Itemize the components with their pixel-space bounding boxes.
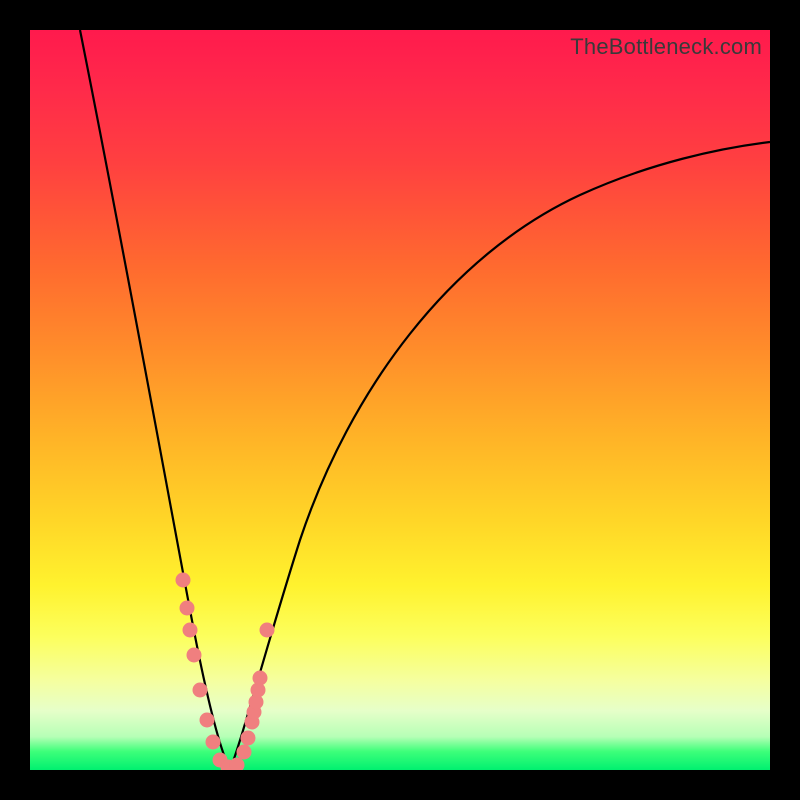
marker — [187, 648, 202, 663]
curve-right — [230, 142, 770, 770]
curve-left — [80, 30, 230, 770]
marker-group — [176, 573, 275, 771]
marker — [253, 671, 268, 686]
marker — [180, 601, 195, 616]
marker — [230, 758, 245, 771]
plot-area: TheBottleneck.com — [30, 30, 770, 770]
marker — [237, 745, 252, 760]
chart-frame: TheBottleneck.com — [0, 0, 800, 800]
curve-layer — [30, 30, 770, 770]
marker — [183, 623, 198, 638]
marker — [193, 683, 208, 698]
marker — [241, 731, 256, 746]
marker — [176, 573, 191, 588]
marker — [206, 735, 221, 750]
marker — [260, 623, 275, 638]
marker — [200, 713, 215, 728]
